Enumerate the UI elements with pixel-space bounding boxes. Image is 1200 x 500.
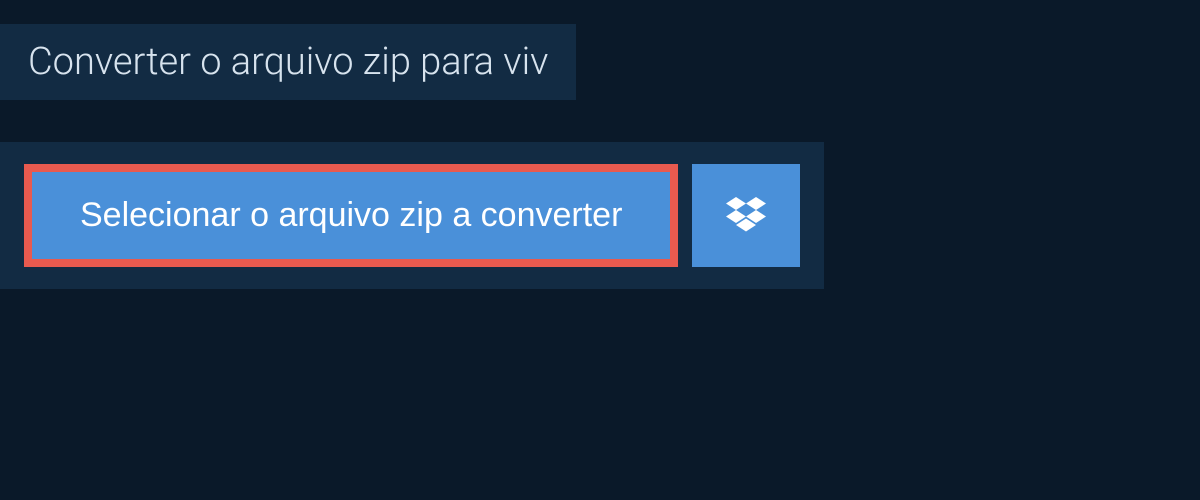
page-title: Converter o arquivo zip para viv xyxy=(0,24,576,100)
select-button-highlight: Selecionar o arquivo zip a converter xyxy=(24,164,678,267)
dropbox-button[interactable] xyxy=(692,164,800,267)
select-file-button[interactable]: Selecionar o arquivo zip a converter xyxy=(32,172,670,259)
dropbox-icon xyxy=(726,197,766,235)
action-panel: Selecionar o arquivo zip a converter xyxy=(0,142,824,289)
